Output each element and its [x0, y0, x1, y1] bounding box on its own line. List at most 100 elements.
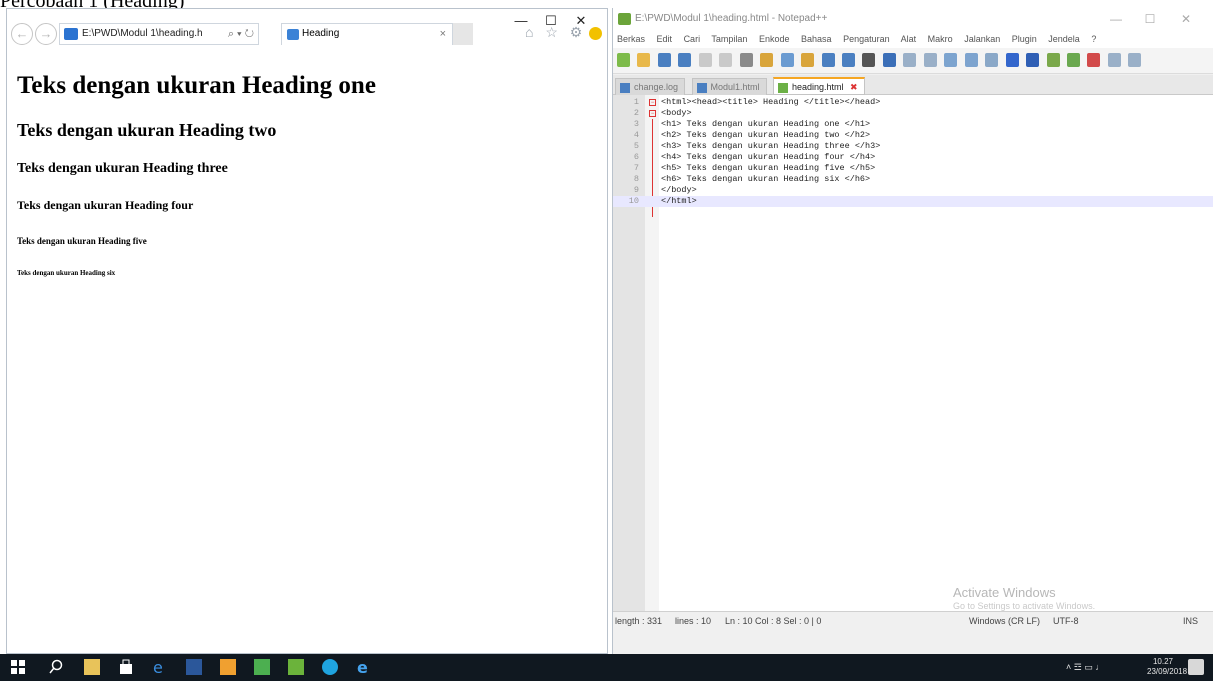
playback-icon[interactable]	[1107, 53, 1121, 67]
open-file-icon[interactable]	[637, 53, 651, 67]
new-tab-button[interactable]	[453, 23, 473, 45]
code-line: 7 <h5> Teks dengan ukuran Heading five <…	[613, 163, 1213, 174]
file-explorer-icon[interactable]	[84, 659, 100, 675]
cut-icon[interactable]	[760, 53, 774, 67]
heading-one: Teks dengan ukuran Heading one	[17, 72, 376, 99]
store-icon[interactable]	[118, 659, 134, 675]
code-line: 1 − <html><head><title> Heading </title>…	[613, 97, 1213, 108]
close-file-icon[interactable]	[698, 53, 712, 67]
heading-five: Teks dengan ukuran Heading five	[17, 236, 147, 246]
menu-help[interactable]: ?	[1091, 34, 1096, 44]
menu-alat[interactable]: Alat	[901, 34, 917, 44]
notification-center-icon[interactable]	[1188, 659, 1204, 675]
status-encoding: UTF-8	[1053, 616, 1079, 626]
zoom-out-icon[interactable]	[923, 53, 937, 67]
code-text: </body>	[661, 185, 697, 195]
menu-makro[interactable]: Makro	[928, 34, 953, 44]
feedback-smiley-icon[interactable]	[589, 27, 602, 40]
notepad-close-button[interactable]: ✕	[1173, 8, 1199, 30]
notepad-maximize-button[interactable]: ☐	[1137, 8, 1163, 30]
save-icon[interactable]	[657, 53, 671, 67]
paste-icon[interactable]	[801, 53, 815, 67]
word-wrap-icon[interactable]	[964, 53, 978, 67]
address-search-refresh-icons[interactable]: ⌕ ▾ ↻	[228, 24, 254, 44]
app-icon[interactable]	[288, 659, 304, 675]
menu-jendela[interactable]: Jendela	[1048, 34, 1080, 44]
tab-change-log[interactable]: change.log	[615, 78, 686, 96]
find-icon[interactable]	[862, 53, 876, 67]
tab-close-icon[interactable]: ×	[440, 24, 446, 44]
close-all-icon[interactable]	[719, 53, 733, 67]
doc-map-icon[interactable]	[1046, 53, 1060, 67]
document-icon	[696, 83, 707, 93]
udl-icon[interactable]	[1026, 53, 1040, 67]
replace-icon[interactable]	[882, 53, 896, 67]
notepad-minimize-button[interactable]: —	[1103, 8, 1129, 30]
sync-scroll-icon[interactable]	[944, 53, 958, 67]
tab-label: heading.html	[791, 82, 844, 92]
menu-plugin[interactable]: Plugin	[1012, 34, 1037, 44]
page-content: Teks dengan ukuran Heading one Teks deng…	[7, 61, 607, 653]
menu-edit[interactable]: Edit	[657, 34, 673, 44]
system-tray-icons[interactable]: ˄ ☲ ▭ ♩	[1066, 654, 1104, 681]
undo-icon[interactable]	[821, 53, 835, 67]
menu-tampilan[interactable]: Tampilan	[711, 34, 747, 44]
menu-jalankan[interactable]: Jalankan	[964, 34, 1000, 44]
status-position: Ln : 10 Col : 8 Sel : 0 | 0	[725, 616, 822, 626]
fold-toggle-icon[interactable]: −	[649, 110, 656, 117]
home-favorites-settings-icons[interactable]: ⌂ ☆ ⚙	[525, 24, 586, 41]
line-number: 6	[633, 152, 639, 162]
menu-bahasa[interactable]: Bahasa	[801, 34, 832, 44]
function-list-icon[interactable]	[1066, 53, 1080, 67]
search-icon[interactable]	[48, 659, 64, 675]
notepad-plus-plus-icon[interactable]	[254, 659, 270, 675]
run-macro-icon[interactable]	[1128, 53, 1142, 67]
edge-icon[interactable]: e	[152, 658, 168, 677]
notepad-toolbar	[613, 48, 1213, 74]
heading-four: Teks dengan ukuran Heading four	[17, 198, 194, 212]
new-file-icon[interactable]	[617, 53, 630, 67]
all-chars-icon[interactable]	[985, 53, 999, 67]
code-text: <h3> Teks dengan ukuran Heading three </…	[661, 141, 881, 151]
desktop: — ☐ ✕ ← → E:\PWD\Modul 1\heading.h ⌕ ▾ ↻…	[0, 0, 1213, 681]
zoom-in-icon[interactable]	[903, 53, 917, 67]
code-line: 4 <h2> Teks dengan ukuran Heading two </…	[613, 130, 1213, 141]
browser-tab-label: Heading	[302, 28, 340, 39]
code-line: 6 <h4> Teks dengan ukuran Heading four <…	[613, 152, 1213, 163]
start-windows-icon[interactable]	[10, 659, 26, 675]
skype-icon[interactable]	[322, 659, 338, 675]
notepad-tab-bar: change.log Modul1.html heading.html ✖	[613, 75, 1213, 96]
indent-guide-icon[interactable]	[1005, 53, 1019, 67]
clock-date: 23/09/2018	[1147, 667, 1188, 676]
status-mode: INS	[1183, 616, 1199, 626]
notepad-app-icon	[618, 13, 631, 25]
menu-enkode[interactable]: Enkode	[759, 34, 790, 44]
line-number: 4	[633, 130, 639, 140]
paint-icon[interactable]	[220, 659, 236, 675]
internet-explorer-icon[interactable]: e	[356, 658, 372, 677]
heading-two: Teks dengan ukuran Heading two	[17, 120, 277, 140]
forward-arrow-icon[interactable]: →	[35, 23, 57, 45]
taskbar-clock[interactable]: 10.27 23/09/2018	[1147, 657, 1188, 677]
browser-window: — ☐ ✕ ← → E:\PWD\Modul 1\heading.h ⌕ ▾ ↻…	[6, 8, 608, 654]
code-text: <h1> Teks dengan ukuran Heading one </h1…	[661, 119, 871, 129]
svg-text:e: e	[153, 659, 163, 675]
redo-icon[interactable]	[841, 53, 855, 67]
menu-cari[interactable]: Cari	[684, 34, 701, 44]
word-icon[interactable]	[186, 659, 202, 675]
notepad-title: E:\PWD\Modul 1\heading.html - Notepad++	[635, 13, 828, 24]
record-macro-icon[interactable]	[1087, 53, 1101, 67]
tab-modul1-html[interactable]: Modul1.html	[691, 78, 767, 96]
back-arrow-icon[interactable]: ←	[11, 23, 33, 45]
code-editor[interactable]: 1 − <html><head><title> Heading </title>…	[613, 95, 1213, 611]
print-icon[interactable]	[739, 53, 753, 67]
address-bar[interactable]: E:\PWD\Modul 1\heading.h ⌕ ▾ ↻	[59, 23, 259, 45]
menu-pengaturan[interactable]: Pengaturan	[843, 34, 890, 44]
tab-close-icon[interactable]: ✖	[850, 82, 858, 92]
browser-tab-heading[interactable]: Heading ×	[281, 23, 453, 45]
fold-toggle-icon[interactable]: −	[649, 99, 656, 106]
copy-icon[interactable]	[780, 53, 794, 67]
save-all-icon[interactable]	[678, 53, 692, 67]
tab-heading-html[interactable]: heading.html ✖	[772, 77, 865, 95]
menu-berkas[interactable]: Berkas	[617, 34, 645, 44]
